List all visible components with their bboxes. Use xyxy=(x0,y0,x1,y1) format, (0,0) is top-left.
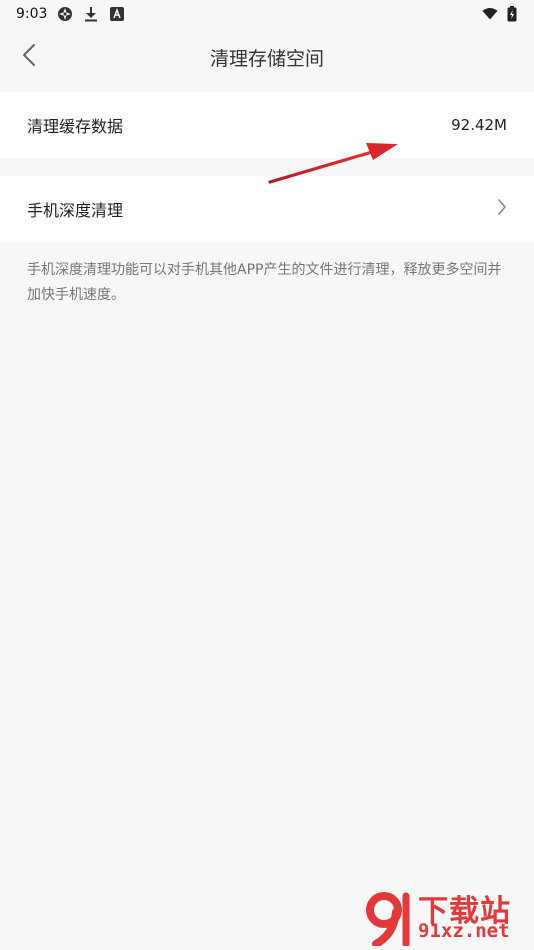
page-title: 清理存储空间 xyxy=(209,47,324,70)
battery-icon xyxy=(504,6,520,22)
app-header: 清理存储空间 xyxy=(0,28,534,86)
app-a-icon xyxy=(109,6,125,22)
back-button[interactable] xyxy=(14,42,44,72)
chevron-right-icon xyxy=(497,198,507,220)
deep-clean-description: 手机深度清理功能可以对手机其他APP产生的文件进行清理，释放更多空间并加快手机速… xyxy=(27,262,502,303)
status-bar: 9:03 xyxy=(0,0,534,28)
site-watermark: 下载站 91xz.net xyxy=(360,884,532,948)
status-right xyxy=(482,6,520,22)
screen: 9:03 清理存储空间 清理缓存数据 92.42M 手机深度清理 手机深度清理功… xyxy=(0,0,534,950)
wifi-icon xyxy=(482,6,498,22)
clear-cache-label: 清理缓存数据 xyxy=(27,117,124,136)
cache-size-value: 92.42M xyxy=(451,116,507,134)
deep-clean-row[interactable]: 手机深度清理 xyxy=(0,176,534,242)
download-icon xyxy=(83,6,99,22)
status-time: 9:03 xyxy=(16,6,48,22)
clear-cache-row[interactable]: 清理缓存数据 92.42M xyxy=(0,92,534,158)
settings-sync-icon xyxy=(57,6,73,22)
chevron-left-icon xyxy=(21,43,37,71)
status-left: 9:03 xyxy=(16,6,125,22)
deep-clean-label: 手机深度清理 xyxy=(27,201,124,220)
watermark-domain: 91xz.net xyxy=(418,920,510,942)
site-logo-icon xyxy=(366,892,410,946)
